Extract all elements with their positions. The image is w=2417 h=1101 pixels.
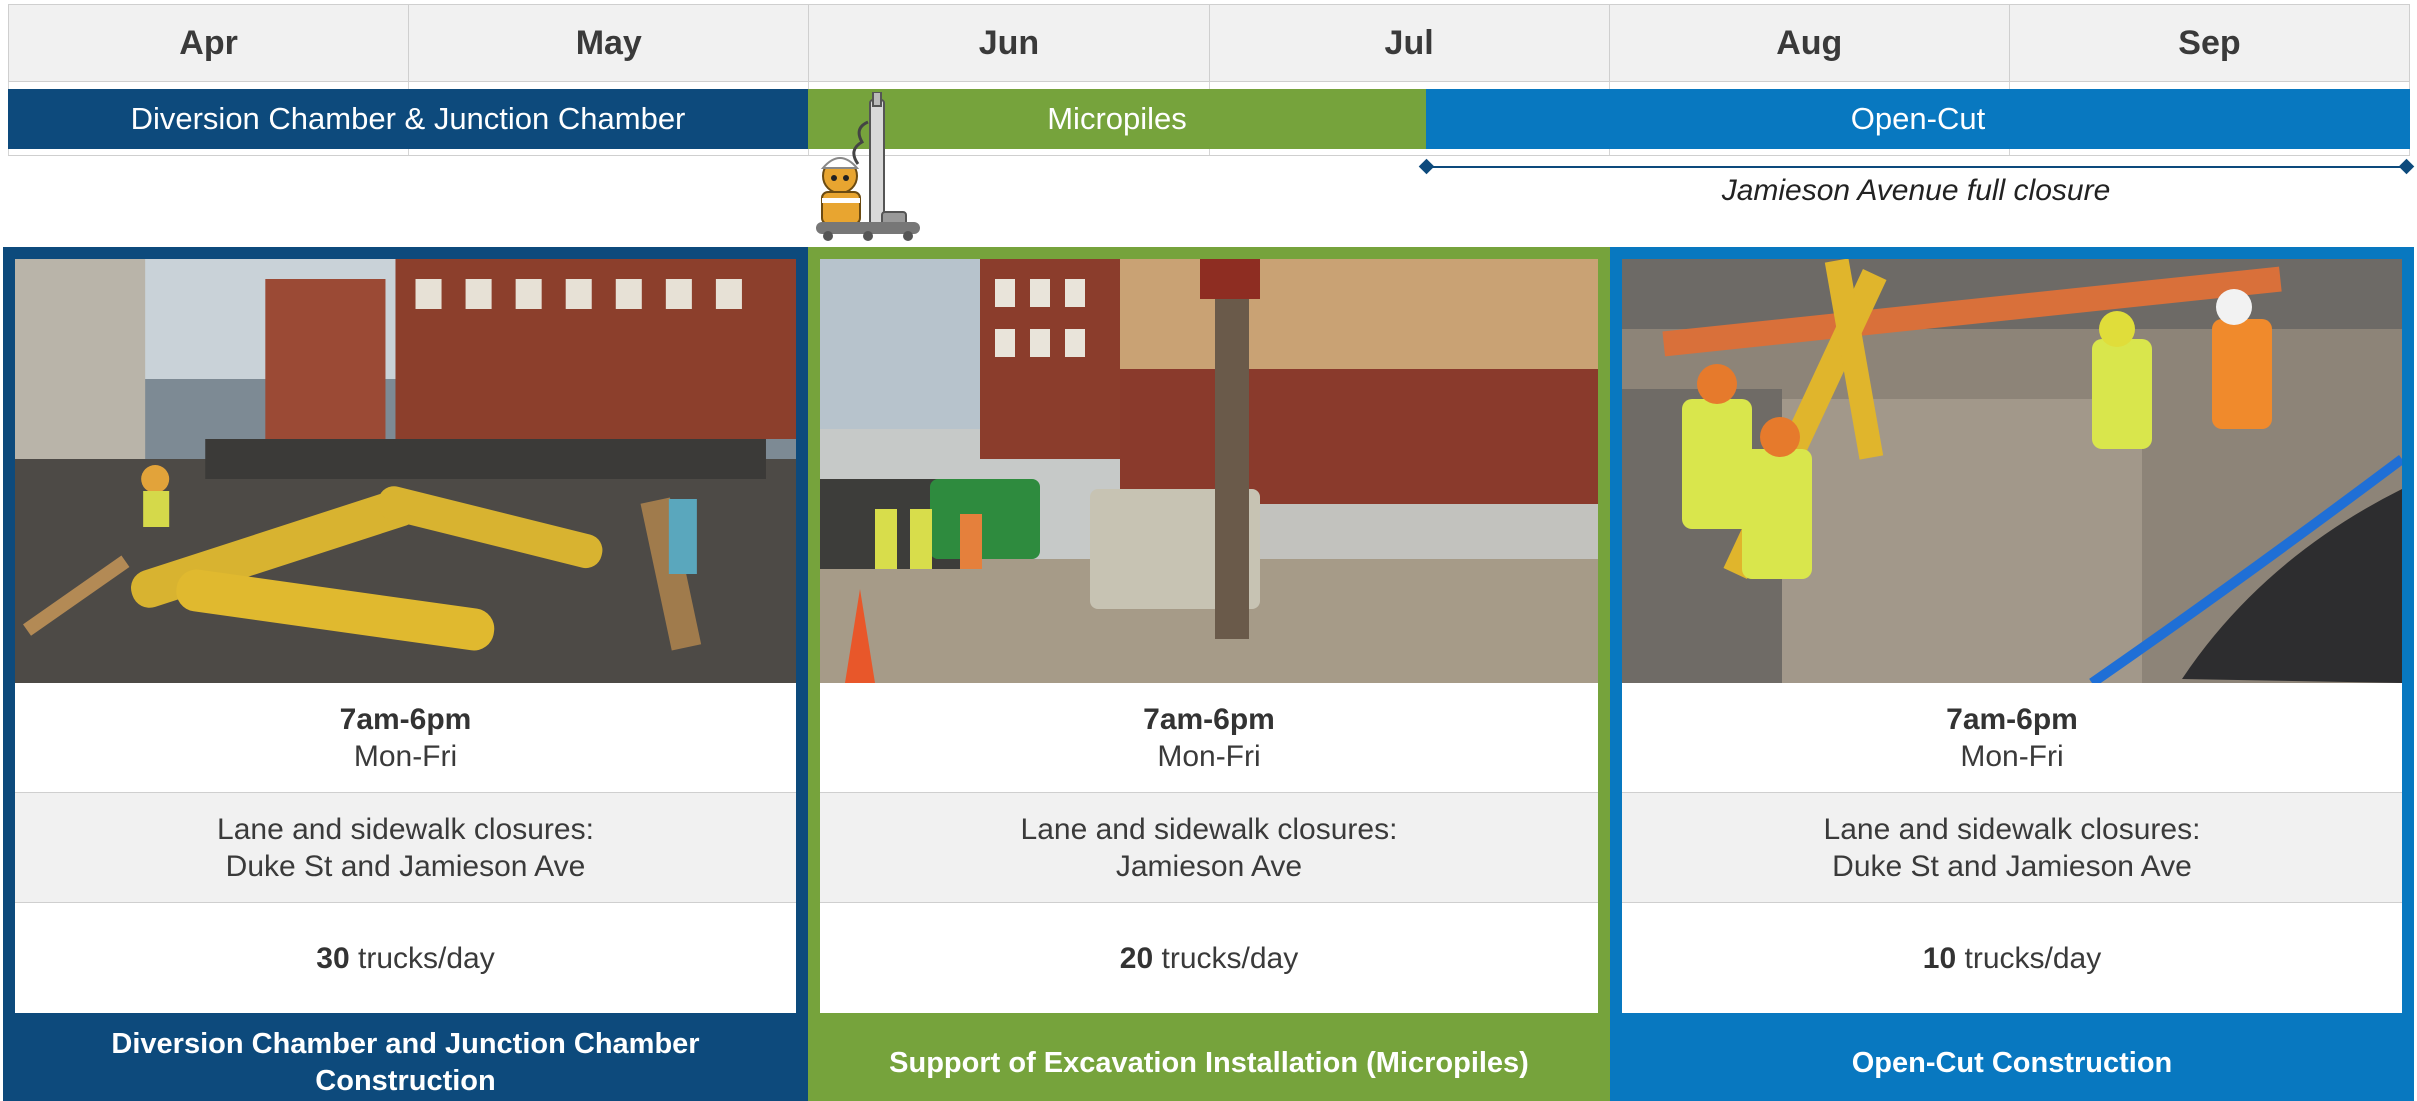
trucks-unit: trucks/day — [1964, 941, 2102, 975]
card-title: Support of Excavation Installation (Micr… — [889, 1046, 1529, 1079]
timeline-divider — [8, 155, 2410, 156]
hours-value: 7am-6pm — [1143, 702, 1275, 736]
days-value: Mon-Fri — [1157, 739, 1261, 773]
closures-streets: Jamieson Ave — [1115, 849, 1303, 883]
closures-info: Lane and sidewalk closures: Jamieson Ave — [820, 793, 1598, 903]
month-jul: Jul — [1210, 5, 1610, 81]
days-value: Mon-Fri — [1960, 739, 2064, 773]
drill-rig-mascot-icon — [812, 91, 924, 247]
trucks-count: 30 — [316, 941, 350, 975]
closures-heading: Lane and sidewalk closures: — [1823, 812, 2201, 846]
card-title: Diversion Chamber and Junction Chamber C… — [111, 1028, 700, 1097]
construction-site-photo — [15, 259, 796, 683]
month-header: Apr May Jun Jul Aug Sep — [8, 4, 2410, 82]
card-open-cut: 7am-6pm Mon-Fri Lane and sidewalk closur… — [1610, 247, 2414, 1101]
closures-streets: Duke St and Jamieson Ave — [1832, 849, 2192, 883]
closures-info: Lane and sidewalk closures: Duke St and … — [15, 793, 796, 903]
trucks-unit: trucks/day — [1161, 941, 1299, 975]
closure-start-marker — [1418, 158, 1435, 175]
drill-rig-photo — [820, 259, 1598, 683]
work-hours: 7am-6pm Mon-Fri — [15, 683, 796, 793]
hours-value: 7am-6pm — [339, 702, 472, 736]
trucks-count: 10 — [1922, 941, 1957, 975]
trucks-info: 10 trucks/day — [1622, 903, 2402, 1013]
closures-heading: Lane and sidewalk closures: — [217, 812, 594, 846]
days-value: Mon-Fri — [353, 739, 458, 773]
month-apr: Apr — [9, 5, 410, 81]
card-diversion-chamber: 7am-6pm Mon-Fri Lane and sidewalk closur… — [3, 247, 808, 1101]
month-may: May — [409, 5, 810, 81]
closures-streets: Duke St and Jamieson Ave — [225, 849, 586, 883]
month-jun: Jun — [809, 5, 1210, 81]
trucks-unit: trucks/day — [358, 941, 495, 975]
trucks-info: 20 trucks/day — [820, 903, 1598, 1013]
card-micropiles: 7am-6pm Mon-Fri Lane and sidewalk closur… — [808, 247, 1610, 1101]
closures-info: Lane and sidewalk closures: Duke St and … — [1622, 793, 2402, 903]
month-aug: Aug — [1610, 5, 2010, 81]
month-sep: Sep — [2178, 23, 2241, 62]
work-hours: 7am-6pm Mon-Fri — [1622, 683, 2402, 793]
excavation-crew-photo — [1622, 259, 2402, 683]
phase-bar-diversion-chamber: Diversion Chamber & Junction Chamber — [8, 89, 808, 149]
full-closure-span — [1426, 166, 2406, 168]
work-hours: 7am-6pm Mon-Fri — [820, 683, 1598, 793]
hours-value: 7am-6pm — [1946, 702, 2078, 736]
closure-label: Jamieson Avenue full closure — [1721, 174, 2111, 207]
trucks-info: 30 trucks/day — [15, 903, 796, 1013]
card-title: Open-Cut Construction — [1851, 1046, 2173, 1079]
closures-heading: Lane and sidewalk closures: — [1020, 812, 1398, 846]
trucks-count: 20 — [1119, 941, 1154, 975]
closure-end-marker — [2398, 158, 2415, 175]
phase-bar-open-cut: Open-Cut — [1426, 89, 2410, 149]
